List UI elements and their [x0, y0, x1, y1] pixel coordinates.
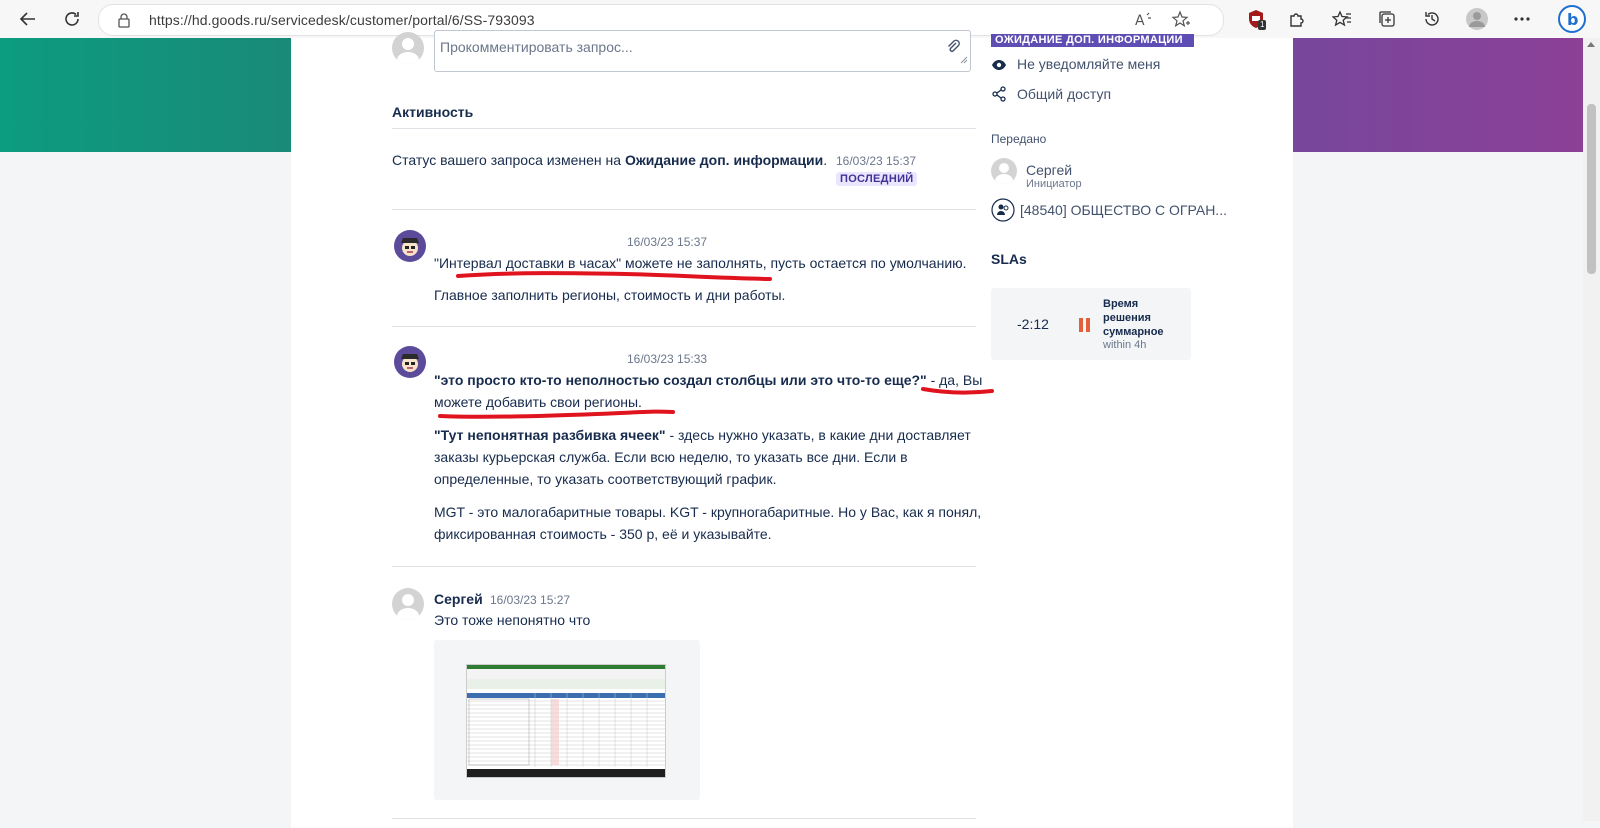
- profile-icon[interactable]: [1464, 6, 1490, 32]
- page-scrollbar[interactable]: [1583, 38, 1600, 821]
- refresh-icon[interactable]: [59, 6, 85, 32]
- comment-text: заказы курьерская служба. Если всю недел…: [434, 449, 908, 465]
- sla-goal: within 4h: [1103, 339, 1147, 351]
- share-icon[interactable]: [991, 86, 1007, 107]
- scroll-up-arrow-icon[interactable]: [1587, 42, 1595, 47]
- lock-icon[interactable]: [117, 12, 131, 33]
- organization-icon: [991, 198, 1015, 227]
- divider: [392, 818, 976, 819]
- extensions-puzzle-icon[interactable]: [1284, 6, 1310, 32]
- activity-heading: Активность: [392, 104, 474, 120]
- initiator-avatar: [991, 158, 1017, 184]
- comment-text: "Интервал доставки в часах" можете не за…: [434, 255, 967, 271]
- svg-text:b: b: [1567, 10, 1578, 29]
- resize-handle-icon[interactable]: [960, 51, 968, 69]
- sla-time: -2:12: [1017, 316, 1049, 332]
- comment-text: фиксированная стоимость - 350 р, её и ук…: [434, 526, 772, 542]
- comment-text: "Тут непонятная разбивка ячеек" - здесь …: [434, 427, 971, 443]
- sla-title: Время решения суммарное: [1103, 298, 1164, 338]
- status-change-value: Ожидание доп. информации: [624, 152, 824, 168]
- share-link[interactable]: Общий доступ: [1017, 86, 1111, 102]
- eye-icon[interactable]: [991, 58, 1007, 76]
- comment-text: Главное заполнить регионы, стоимость и д…: [434, 287, 786, 303]
- history-icon[interactable]: [1419, 6, 1445, 32]
- divider: [392, 326, 976, 327]
- agent-avatar: [394, 346, 426, 378]
- url-text[interactable]: https://hd.goods.ru/servicedesk/customer…: [149, 12, 535, 28]
- attach-icon[interactable]: [946, 39, 960, 60]
- latest-badge: ПОСЛЕДНИЙ: [836, 172, 918, 186]
- spreadsheet-screenshot-image[interactable]: [466, 664, 666, 778]
- organization-name[interactable]: [48540] ОБЩЕСТВО С ОГРАН...: [1020, 202, 1227, 218]
- back-icon[interactable]: [15, 6, 41, 32]
- extension-badge: 1: [1258, 20, 1267, 30]
- comment-time: 16/03/23 15:37: [627, 235, 708, 249]
- add-favorite-icon[interactable]: [1171, 10, 1191, 35]
- sla-card: -2:12 Время решения суммарное within 4h: [991, 288, 1191, 360]
- scroll-thumb[interactable]: [1587, 104, 1596, 274]
- bing-icon[interactable]: b: [1557, 4, 1587, 34]
- comment-time: 16/03/23 15:27: [490, 593, 571, 607]
- divider: [392, 566, 976, 567]
- status-change-text: Статус вашего запроса изменен на Ожидани…: [392, 152, 828, 168]
- attachment-thumbnail[interactable]: [434, 640, 700, 800]
- agent-avatar: [394, 230, 426, 262]
- comment-text: можете добавить свои регионы.: [434, 394, 642, 410]
- shared-with-label: Передано: [991, 132, 1047, 146]
- comment-author: Сергей: [434, 591, 483, 607]
- initiator-name[interactable]: Сергей: [1026, 162, 1072, 178]
- comment-placeholder[interactable]: Прокомментировать запрос...: [440, 39, 633, 55]
- read-aloud-icon[interactable]: A: [1135, 11, 1155, 34]
- collections-icon[interactable]: [1374, 6, 1400, 32]
- user-avatar: [392, 32, 424, 64]
- dont-notify-link[interactable]: Не уведомляйте меня: [1017, 56, 1160, 72]
- comment-text: Это тоже непонятно что: [434, 612, 591, 628]
- customer-avatar: [392, 588, 424, 620]
- comment-input[interactable]: Прокомментировать запрос...: [434, 30, 971, 72]
- comment-text: MGT - это малогабаритные товары. KGT - к…: [434, 504, 982, 520]
- pause-icon: [1079, 318, 1091, 332]
- status-change-time: 16/03/23 15:37: [836, 154, 917, 168]
- status-badge[interactable]: ОЖИДАНИЕ ДОП. ИНФОРМАЦИИ: [991, 34, 1194, 47]
- slas-heading: SLAs: [991, 251, 1027, 267]
- comment-time: 16/03/23 15:33: [627, 352, 708, 366]
- divider: [392, 128, 976, 129]
- more-icon[interactable]: [1509, 6, 1535, 32]
- comment-text: определенные, то указать соответствующий…: [434, 471, 777, 487]
- favorites-icon[interactable]: [1329, 6, 1355, 32]
- initiator-role: Инициатор: [1026, 178, 1082, 190]
- svg-text:A: A: [1135, 13, 1145, 29]
- divider: [392, 209, 976, 210]
- comment-text: "это просто кто-то неполностью создал ст…: [434, 372, 983, 388]
